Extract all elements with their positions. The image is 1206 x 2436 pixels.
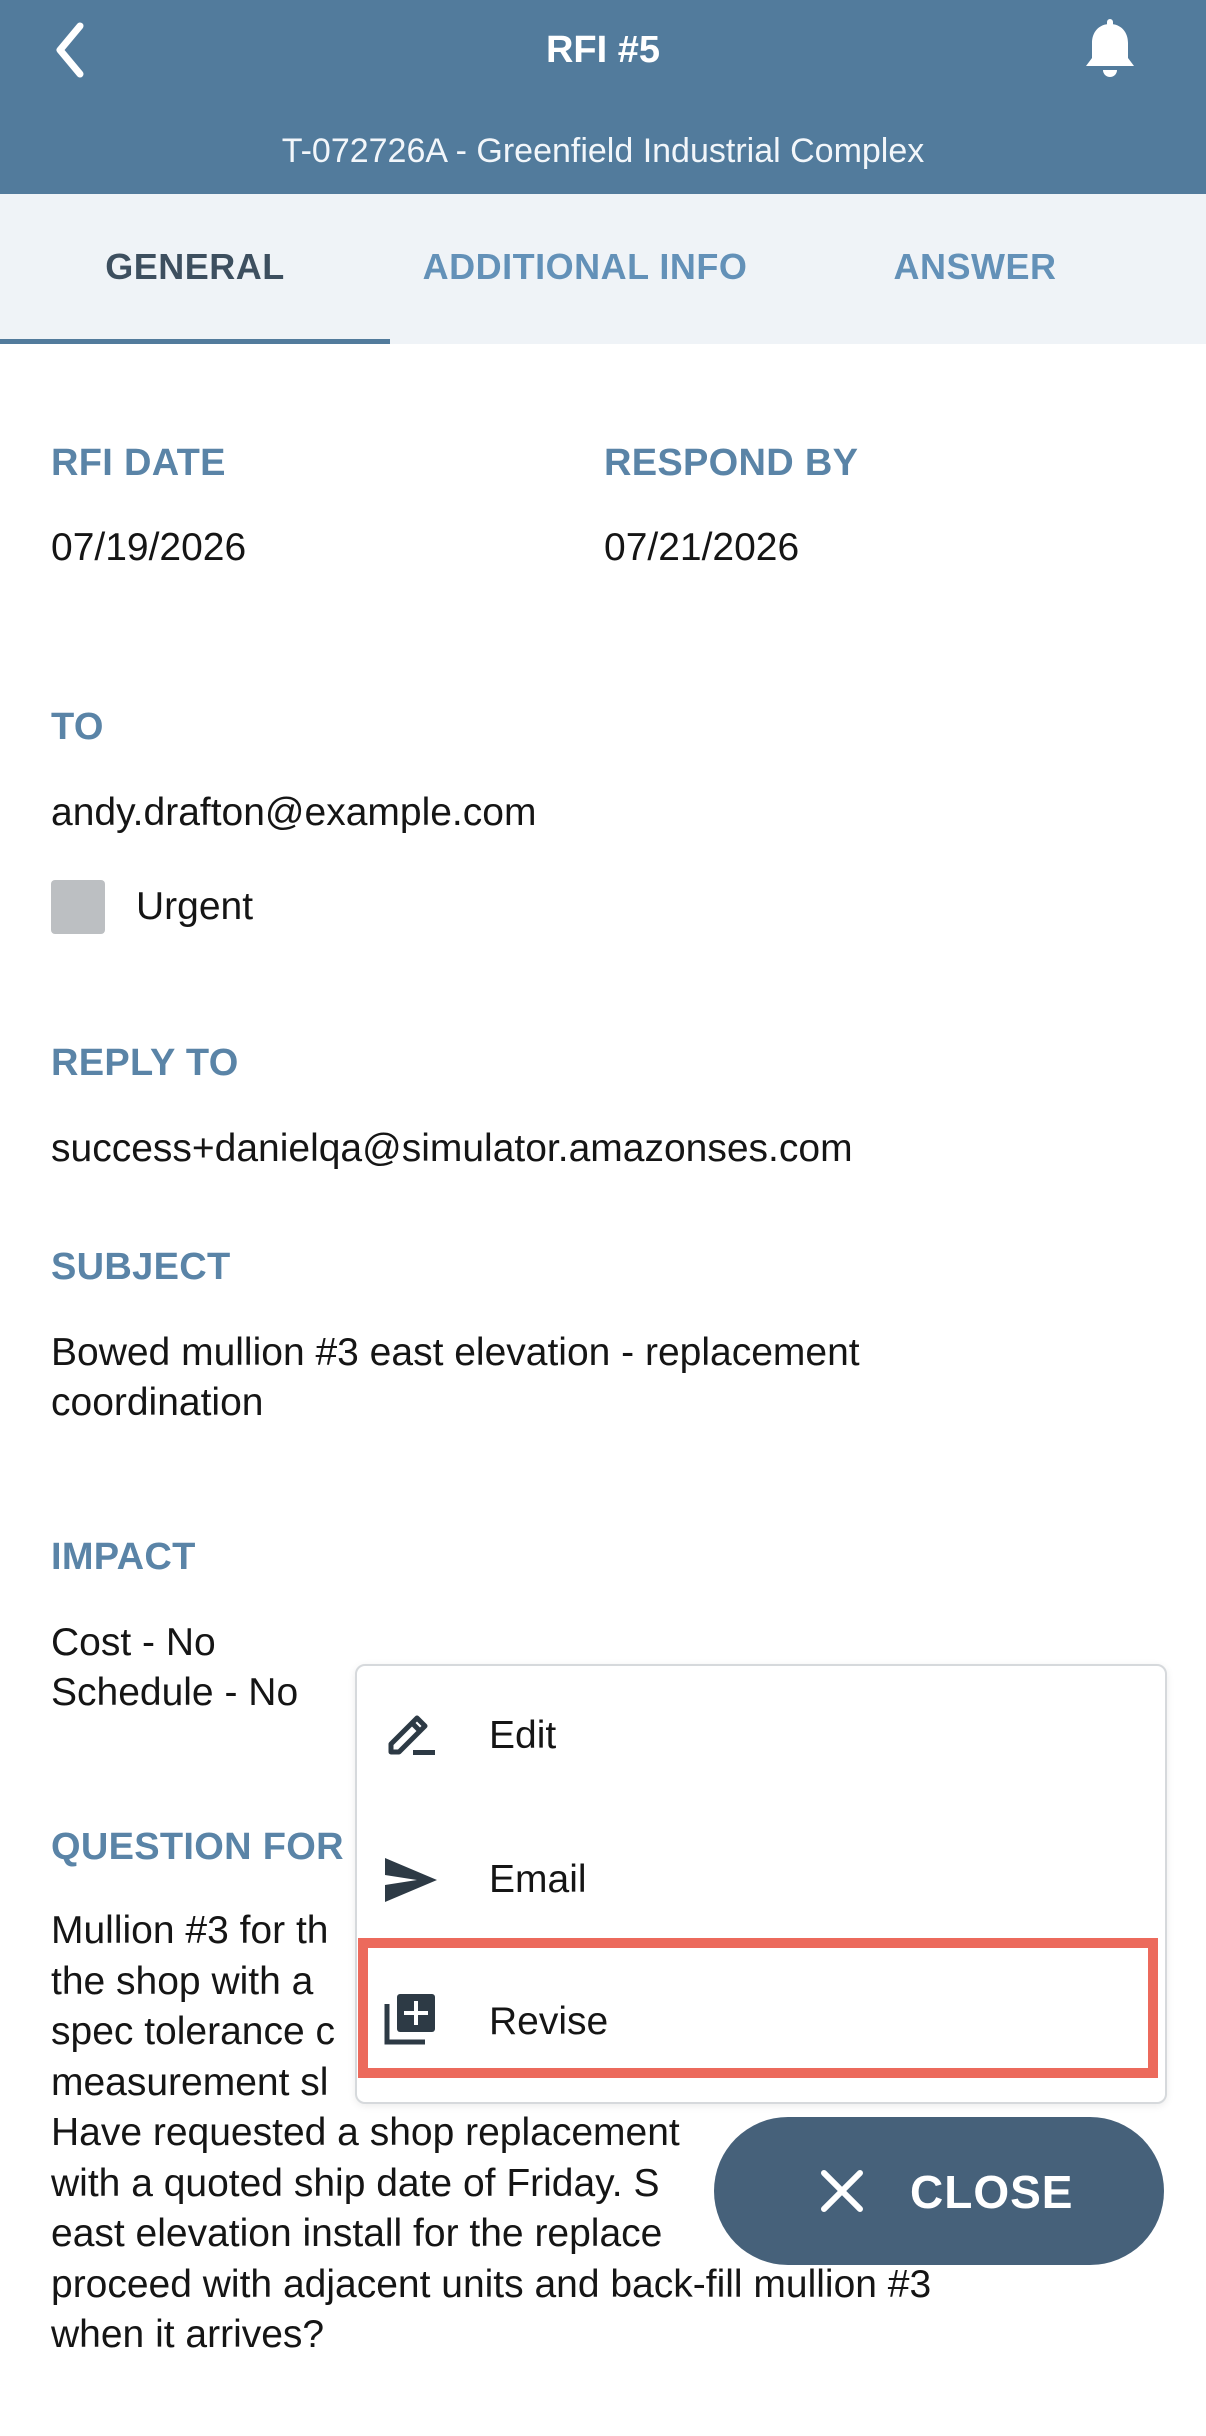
subject-line-1: Bowed mullion #3 east elevation - replac… xyxy=(51,1331,860,1374)
close-button[interactable]: CLOSE xyxy=(714,2117,1164,2265)
menu-item-edit[interactable]: Edit xyxy=(357,1666,1165,1806)
tab-additional-info[interactable]: ADDITIONAL INFO xyxy=(390,194,780,344)
question-label: QUESTION FOR xyxy=(51,1826,344,1868)
reply-to-label: REPLY TO xyxy=(51,1042,239,1084)
rfi-date-label: RFI DATE xyxy=(51,442,226,484)
respond-by-value: 07/21/2026 xyxy=(604,526,800,569)
app-header: RFI #5 T-072726A - Greenfield Industrial… xyxy=(0,0,1206,194)
menu-label-revise: Revise xyxy=(489,2000,609,2043)
subject-line-2: coordination xyxy=(51,1381,264,1424)
question-line: when it arrives? xyxy=(51,2313,325,2356)
impact-label: IMPACT xyxy=(51,1536,196,1578)
tab-bar: GENERAL ADDITIONAL INFO ANSWER xyxy=(0,194,1206,344)
to-value: andy.drafton@example.com xyxy=(51,791,537,834)
menu-item-email[interactable]: Email xyxy=(357,1808,1165,1948)
send-icon xyxy=(385,1858,437,1902)
urgent-label: Urgent xyxy=(136,885,254,928)
menu-label-edit: Edit xyxy=(489,1714,557,1757)
menu-item-revise[interactable]: Revise xyxy=(357,1952,1165,2092)
to-label: TO xyxy=(51,706,104,748)
page-title: RFI #5 xyxy=(545,29,661,71)
notifications-button[interactable] xyxy=(1080,18,1140,82)
actions-menu: Edit Email Revise xyxy=(355,1664,1167,2104)
close-icon xyxy=(821,2170,863,2212)
respond-by-label: RESPOND BY xyxy=(604,442,859,484)
reply-to-value: success+danielqa@simulator.amazonses.com xyxy=(51,1127,853,1170)
tab-answer[interactable]: ANSWER xyxy=(780,194,1170,344)
menu-label-email: Email xyxy=(489,1858,587,1901)
tab-general[interactable]: GENERAL xyxy=(0,194,390,344)
active-tab-indicator xyxy=(0,339,390,344)
add-document-icon xyxy=(384,1994,435,2045)
question-line: proceed with adjacent units and back-fil… xyxy=(51,2262,932,2306)
rfi-detail-screen: RFI #5 T-072726A - Greenfield Industrial… xyxy=(0,0,1206,2436)
close-button-label: CLOSE xyxy=(910,2166,1074,2218)
pencil-icon xyxy=(388,1715,435,1755)
rfi-date-value: 07/19/2026 xyxy=(51,526,247,569)
urgent-checkbox[interactable] xyxy=(51,880,105,934)
bell-icon xyxy=(1086,19,1134,77)
project-subtitle: T-072726A - Greenfield Industrial Comple… xyxy=(281,132,925,170)
impact-schedule: Schedule - No xyxy=(51,1671,299,1714)
impact-cost: Cost - No xyxy=(51,1621,216,1664)
subject-label: SUBJECT xyxy=(51,1246,231,1288)
